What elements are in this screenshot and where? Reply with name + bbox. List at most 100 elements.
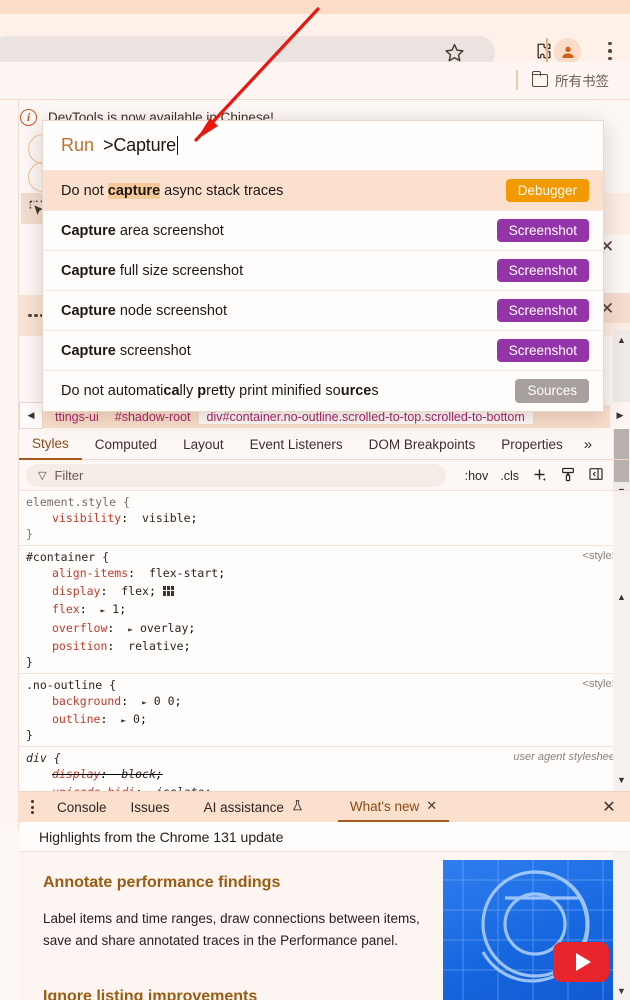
devtools-drawer: Console Issues AI assistance What's new … [19,791,630,1000]
styles-scroll-down-icon[interactable]: ▼ [613,772,630,788]
command-menu-item-label: Do not automatically pretty print minifi… [61,383,379,399]
css-declaration[interactable]: outline: ► 0; [26,710,630,728]
css-value[interactable]: relative [128,639,183,653]
command-menu-item-badge: Screenshot [496,338,589,363]
tab-layout[interactable]: Layout [170,429,237,460]
tab-dom-breakpoints[interactable]: DOM Breakpoints [356,429,489,460]
expand-triangle-icon[interactable]: ► [121,716,126,725]
breadcrumb-scroll-left-icon[interactable]: ◀ [19,402,43,429]
cls-toggle[interactable]: .cls [500,469,519,483]
tab-computed[interactable]: Computed [82,429,170,460]
command-menu-item-badge: Sources [515,379,589,403]
drawer-tab-label: Issues [130,799,170,815]
css-property[interactable]: display [52,584,100,598]
tab-properties[interactable]: Properties [488,429,576,460]
whats-new-content: Annotate performance findings Label item… [19,852,630,1000]
command-menu-item-badge: Screenshot [496,258,589,283]
command-menu-item-label: Do not capture async stack traces [61,182,284,199]
whats-new-scrollbar-track[interactable] [613,852,630,1000]
flex-badge-icon[interactable] [162,586,174,597]
drawer-tab-issues[interactable]: Issues [119,792,182,822]
css-declaration[interactable]: align-items: flex-start; [26,564,630,582]
css-selector[interactable]: div [26,751,47,765]
drawer-more-options-icon[interactable] [19,792,45,822]
tab-event-listeners[interactable]: Event Listeners [237,429,356,460]
expand-triangle-icon[interactable]: ► [100,606,105,615]
css-selector[interactable]: element.style [26,495,116,509]
command-menu-item-label: Capture screenshot [61,342,191,359]
toolbar-divider [546,38,548,64]
profile-avatar-icon[interactable] [554,38,581,65]
css-value[interactable]: block [121,767,156,781]
command-menu-item[interactable]: Do not automatically pretty print minifi… [43,371,603,411]
filter-placeholder: Filter [54,468,84,483]
drawer-tab-ai-assistance[interactable]: AI assistance [182,792,316,822]
css-declaration-disabled[interactable]: unicode-bidi: isolate; [26,783,630,791]
tab-overflow-icon[interactable]: » [576,429,600,460]
drawer-close-icon[interactable]: ✕ [596,792,622,822]
css-property[interactable]: align-items [52,566,128,580]
css-declaration[interactable]: overflow: ► overlay; [26,619,630,637]
css-selector[interactable]: .no-outline [26,678,102,692]
css-property[interactable]: visibility [52,511,121,525]
styles-rules-pane: element.style { visibility: visible; } #… [19,491,630,791]
hov-toggle[interactable]: :hov [465,469,489,483]
command-menu-input[interactable]: Run >Capture [43,121,603,171]
command-menu-item-badge: Screenshot [496,298,589,323]
css-selector[interactable]: #container [26,550,95,564]
css-value[interactable]: 0 0 [154,694,175,708]
drawer-tab-close-icon[interactable]: ✕ [426,798,437,814]
whats-new-scroll-down-icon[interactable]: ▼ [613,983,630,999]
styles-scrollbar-track[interactable] [613,491,630,791]
breadcrumb-scroll-right-icon[interactable]: ▶ [610,402,630,429]
all-bookmarks-button[interactable]: 所有书签 [532,70,609,90]
whats-new-section-title: Annotate performance findings [43,874,281,891]
tab-styles[interactable]: Styles [19,429,82,460]
command-menu-item[interactable]: Capture node screenshot Screenshot [43,291,603,331]
command-menu-item[interactable]: Capture area screenshot Screenshot [43,211,603,251]
new-style-rule-icon[interactable] [531,466,548,486]
styles-scroll-up-icon[interactable]: ▲ [613,589,630,605]
command-menu-item-label: Capture node screenshot [61,302,228,319]
css-declaration[interactable]: display: flex; [26,582,630,600]
drawer-tab-console[interactable]: Console [45,792,119,822]
play-button-icon[interactable] [553,942,609,982]
filter-input[interactable]: ▽ Filter [26,464,446,487]
command-menu-item[interactable]: Do not capture async stack traces Debugg… [43,171,603,211]
all-bookmarks-label: 所有书签 [555,74,609,89]
css-property[interactable]: overflow [52,621,107,635]
flask-icon [291,798,304,816]
browser-toolbar [0,14,630,69]
whats-new-video-thumbnail[interactable] [443,860,630,1000]
css-declaration[interactable]: flex: ► 1; [26,600,630,618]
css-declaration-disabled[interactable]: display: block; [26,765,630,783]
command-menu-palette: Run >Capture Do not capture async stack … [42,120,604,412]
sidebar-toggle-icon[interactable] [588,466,604,485]
css-declaration[interactable]: position: relative; [26,637,630,655]
css-property[interactable]: display [52,767,100,781]
drawer-tab-label: What's new [349,798,420,814]
styles-filter-row: ▽ Filter :hov .cls [19,461,630,491]
css-value[interactable]: visible [142,511,190,525]
command-menu-item[interactable]: Capture full size screenshot Screenshot [43,251,603,291]
elements-scroll-up-icon[interactable]: ▲ [613,332,630,348]
funnel-icon: ▽ [38,470,47,482]
css-value[interactable]: 0 [133,712,140,726]
css-value[interactable]: overlay [140,621,188,635]
css-declaration[interactable]: visibility: visible; [26,509,630,527]
paintbrush-icon[interactable] [560,466,576,486]
drawer-tab-strip: Console Issues AI assistance What's new … [19,792,630,822]
css-property[interactable]: background [52,694,121,708]
css-property[interactable]: position [52,639,107,653]
css-value[interactable]: flex-start [149,566,218,580]
command-menu-item[interactable]: Capture screenshot Screenshot [43,331,603,371]
expand-triangle-icon[interactable]: ► [128,625,133,634]
css-declaration[interactable]: background: ► 0 0; [26,692,630,710]
drawer-tab-whats-new[interactable]: What's new ✕ [337,792,450,822]
css-value[interactable]: flex [121,584,149,598]
css-property[interactable]: outline [52,712,100,726]
css-value[interactable]: 1 [112,602,119,616]
css-property[interactable]: flex [52,602,80,616]
expand-triangle-icon[interactable]: ► [142,698,147,707]
folder-icon [532,70,548,87]
